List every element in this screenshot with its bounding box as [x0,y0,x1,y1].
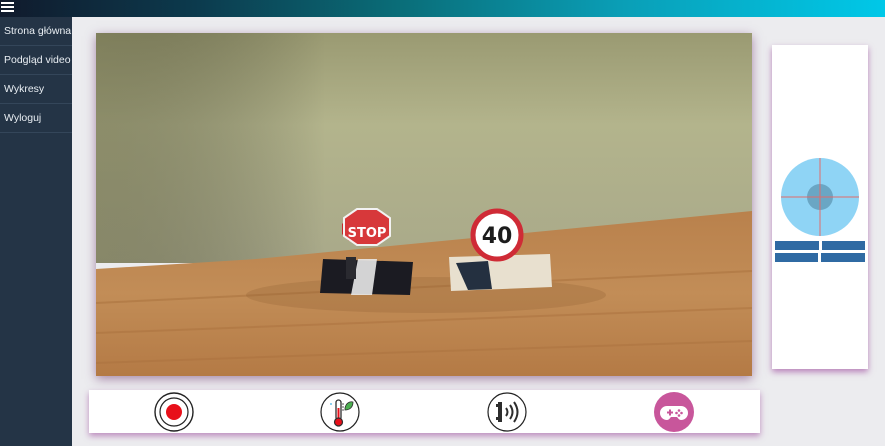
joystick-control[interactable] [772,45,868,369]
stop-sign-text: STOP [348,226,387,241]
sidebar-item-charts[interactable]: Wykresy [0,75,72,104]
record-icon [154,392,194,432]
record-button[interactable] [154,392,194,432]
distance-sensor-button[interactable] [487,392,527,432]
gamepad-button[interactable] [654,392,694,432]
hamburger-menu-icon[interactable] [1,2,14,14]
sidebar: Strona główna Podgląd video Wykresy Wylo… [0,17,72,446]
temperature-button[interactable] [320,392,360,432]
main-content: STOP 40 [72,17,885,446]
sidebar-item-home[interactable]: Strona główna [0,17,72,46]
sensor-icon [487,392,527,432]
camera-feed-image: STOP 40 [96,33,752,376]
gamepad-icon [654,392,694,432]
video-preview: STOP 40 [96,33,752,376]
thermometer-icon [320,392,360,432]
sidebar-item-video-preview[interactable]: Podgląd video [0,46,72,75]
sidebar-item-logout[interactable]: Wyloguj [0,104,72,133]
top-bar [0,0,885,17]
control-panel [772,45,868,369]
bottom-toolbar [89,390,760,433]
speed-limit-text: 40 [482,224,513,249]
